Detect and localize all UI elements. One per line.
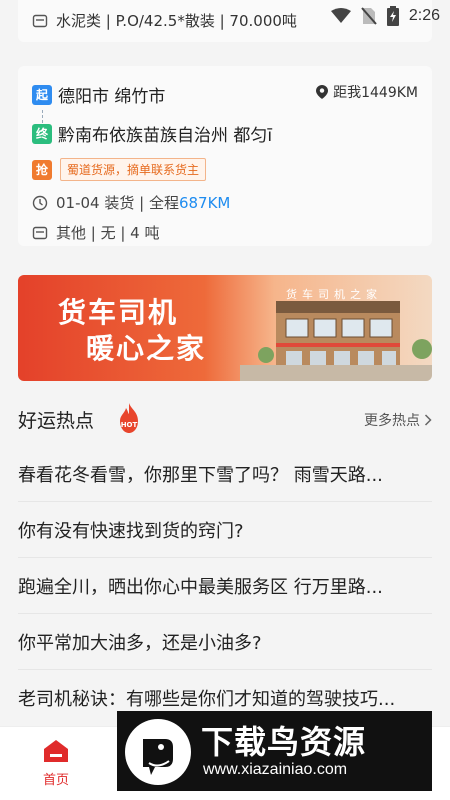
hot-fire-icon: HOT xyxy=(120,403,138,433)
banner-title-line1: 货车司机 xyxy=(58,296,179,329)
hot-topic-list: 春看花冬看雪，你那里下雪了吗？ 雨雪天路... 你有没有快速找到货的窍门? 跑遍… xyxy=(18,446,432,726)
banner-building-sign: 货车司机之家 xyxy=(286,288,382,301)
chevron-right-icon xyxy=(424,414,432,426)
distance-text: 距我1449KM xyxy=(333,85,418,101)
nav-home[interactable]: 首页 xyxy=(38,739,74,788)
bird-logo-icon xyxy=(143,739,173,775)
grab-tag: 抢 xyxy=(32,159,52,180)
route-end: 终 黔南布依族苗族自治州 都匀ī xyxy=(32,121,272,146)
grab-row: 抢 蜀道货源，摘单联系货主 xyxy=(32,158,207,181)
driver-home-banner[interactable]: 货车司机 暖心之家 货车司机之家 xyxy=(18,275,432,381)
location-pin-icon xyxy=(316,85,329,99)
watermark-title: 下载鸟资源 xyxy=(201,723,367,761)
more-hot-topics-label: 更多热点 xyxy=(364,413,420,429)
watermark-logo xyxy=(125,719,191,785)
status-time: 2:26 xyxy=(408,7,440,24)
goods-box-icon xyxy=(32,226,48,239)
end-tag: 终 xyxy=(32,123,52,144)
status-icons: 2:26 xyxy=(330,6,440,26)
hot-topics-title: 好运热点 xyxy=(18,410,95,432)
topic-item[interactable]: 你平常加大油多，还是小油多? xyxy=(18,614,432,670)
more-hot-topics-link[interactable]: 更多热点 xyxy=(364,410,432,430)
hot-topics-header: 好运热点 HOT 更多热点 xyxy=(18,400,432,440)
end-city: 黔南布依族苗族自治州 都匀ī xyxy=(58,126,273,146)
battery-icon xyxy=(386,6,399,26)
total-distance: 687KM xyxy=(178,194,231,212)
cargo-card[interactable]: 起 德阳市 绵竹市 终 黔南布依族苗族自治州 都匀ī 距我1449KM 抢 蜀道… xyxy=(18,66,432,246)
clock-icon xyxy=(32,195,48,210)
route-start: 起 德阳市 绵竹市 xyxy=(32,82,165,107)
distance-to-me: 距我1449KM xyxy=(316,82,418,102)
start-tag: 起 xyxy=(32,84,52,105)
watermark: 下载鸟资源 www.xiazainiao.com xyxy=(117,711,432,791)
no-sim-icon xyxy=(361,7,377,25)
topic-item[interactable]: 你有没有快速找到货的窍门? xyxy=(18,502,432,558)
goods-info: 其他 | 无 | 4 吨 xyxy=(32,222,160,243)
load-info: 01-04 装货 | 全程687KM xyxy=(32,192,230,213)
grab-note: 蜀道货源，摘单联系货主 xyxy=(60,158,207,181)
watermark-url: www.xiazainiao.com xyxy=(203,761,348,778)
start-city: 德阳市 绵竹市 xyxy=(58,87,166,107)
topic-item[interactable]: 春看花冬看雪，你那里下雪了吗？ 雨雪天路... xyxy=(18,446,432,502)
hot-badge-text: HOT xyxy=(121,421,138,429)
goods-text: 其他 | 无 | 4 吨 xyxy=(56,224,160,242)
home-icon xyxy=(44,740,68,762)
status-bar: 2:26 xyxy=(0,0,450,34)
banner-title-line2: 暖心之家 xyxy=(86,332,207,365)
load-date: 01-04 装货 | 全程 xyxy=(56,194,179,212)
topic-item[interactable]: 跑遍全川，晒出你心中最美服务区 行万里路... xyxy=(18,558,432,614)
wifi-icon xyxy=(330,8,351,23)
nav-home-label: 首页 xyxy=(42,773,69,788)
